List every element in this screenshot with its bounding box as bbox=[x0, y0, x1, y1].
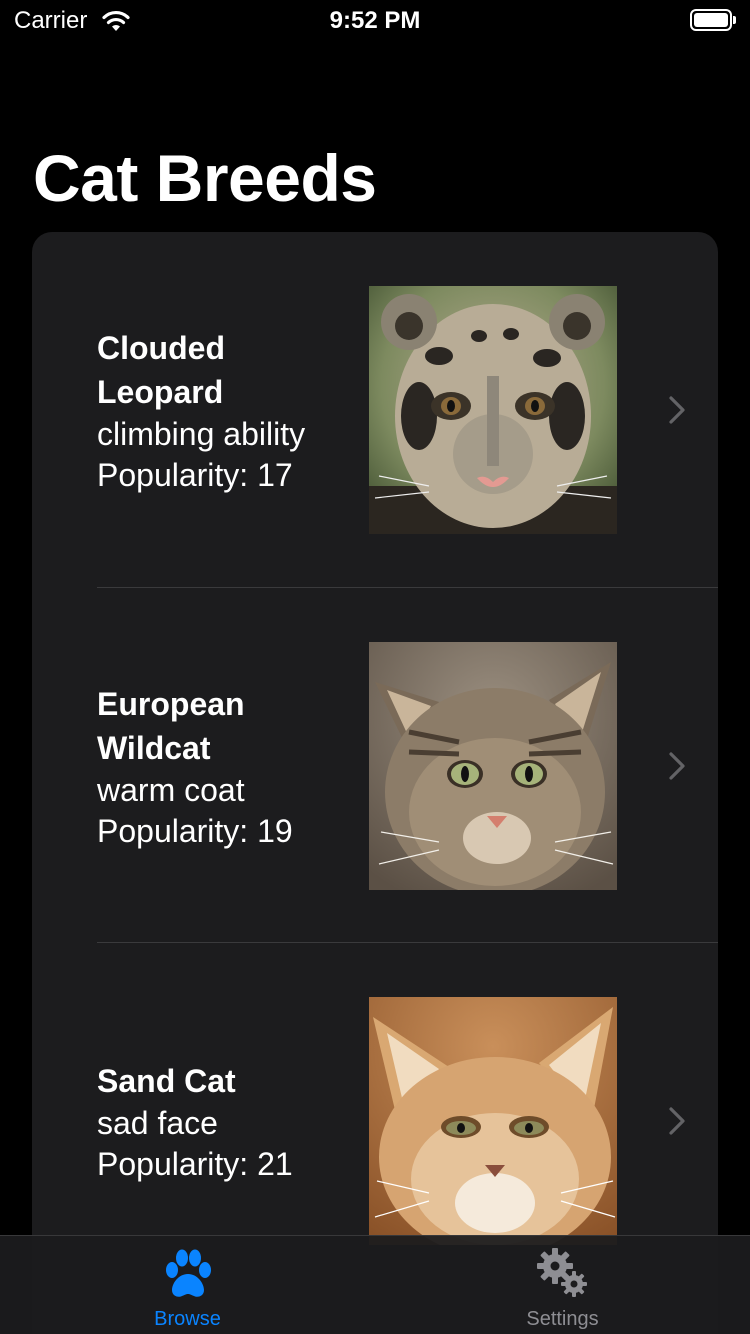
status-bar: Carrier 9:52 PM bbox=[0, 0, 750, 40]
breed-popularity: Popularity: 17 bbox=[97, 457, 293, 493]
breed-name-line1: Clouded bbox=[97, 330, 225, 366]
breed-text: Sand Cat sad face Popularity: 21 bbox=[97, 1059, 347, 1185]
chevron-right-icon bbox=[669, 1107, 685, 1135]
clock: 9:52 PM bbox=[329, 7, 421, 34]
breed-trait: warm coat bbox=[97, 772, 245, 808]
sand-cat-photo bbox=[369, 997, 617, 1245]
breed-text: Clouded Leopard climbing ability Popular… bbox=[97, 326, 347, 496]
gears-icon bbox=[536, 1248, 587, 1297]
breed-name: European Wildcat bbox=[97, 682, 347, 770]
chevron-right-icon bbox=[669, 396, 685, 424]
breed-popularity: Popularity: 21 bbox=[97, 1146, 293, 1182]
breed-name: Clouded Leopard bbox=[97, 326, 347, 414]
breed-name-line1: Sand Cat bbox=[97, 1063, 236, 1099]
breed-name-line2: Wildcat bbox=[97, 730, 211, 766]
breed-trait: climbing ability bbox=[97, 416, 306, 452]
european-wildcat-photo bbox=[369, 642, 617, 890]
breed-text: European Wildcat warm coat Popularity: 1… bbox=[97, 682, 347, 852]
page-title: Cat Breeds bbox=[33, 141, 377, 215]
tab-settings[interactable]: Settings bbox=[375, 1236, 750, 1334]
breed-name-line2: Leopard bbox=[97, 374, 224, 410]
paw-icon bbox=[165, 1249, 211, 1297]
breed-name-line1: European bbox=[97, 686, 245, 722]
breed-trait: sad face bbox=[97, 1105, 218, 1141]
breed-popularity: Popularity: 19 bbox=[97, 813, 293, 849]
battery-icon bbox=[690, 9, 736, 31]
clouded-leopard-photo bbox=[369, 286, 617, 534]
tab-settings-label: Settings bbox=[526, 1308, 599, 1330]
tab-browse[interactable]: Browse bbox=[0, 1236, 375, 1334]
tab-browse-label: Browse bbox=[154, 1308, 221, 1330]
breed-row-european-wildcat[interactable]: European Wildcat warm coat Popularity: 1… bbox=[32, 588, 718, 944]
breed-name: Sand Cat bbox=[97, 1059, 347, 1103]
breed-row-clouded-leopard[interactable]: Clouded Leopard climbing ability Popular… bbox=[32, 232, 718, 588]
tab-bar: Browse Settings bbox=[0, 1235, 750, 1334]
chevron-right-icon bbox=[669, 752, 685, 780]
breed-list: Clouded Leopard climbing ability Popular… bbox=[32, 232, 718, 1334]
